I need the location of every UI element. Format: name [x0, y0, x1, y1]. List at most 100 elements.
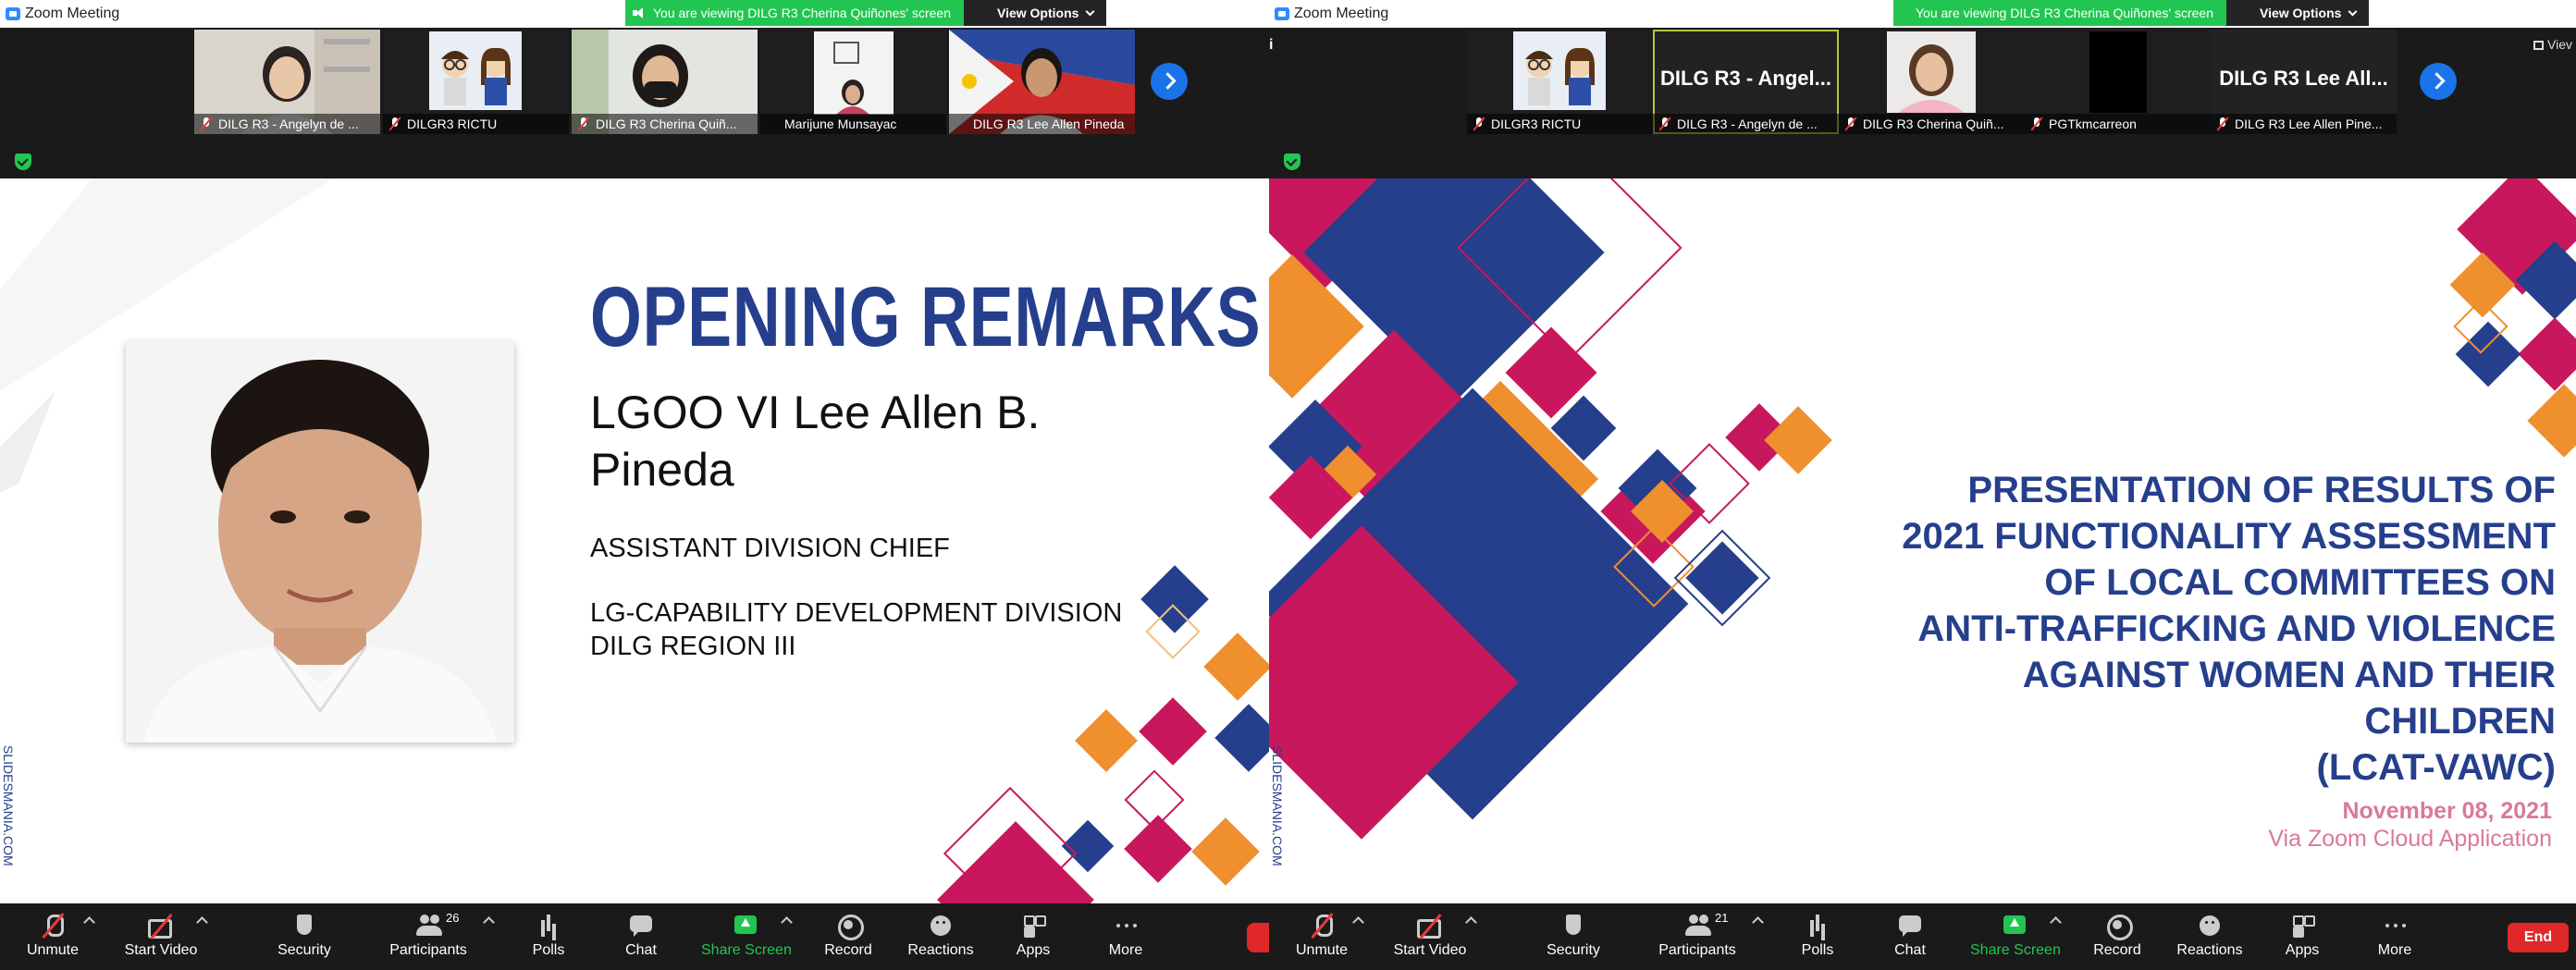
unmute-button[interactable]: Unmute [1280, 909, 1363, 964]
division-name: LG-CAPABILITY DEVELOPMENT DIVISION [590, 598, 1123, 628]
muted-mic-icon [1844, 117, 1857, 130]
participants-count: 26 [446, 911, 460, 925]
unmute-label: Unmute [1295, 942, 1349, 958]
slide-credit: SLIDESMANIA.COM [1270, 745, 1285, 866]
office-name: DILG REGION III [590, 632, 796, 661]
participant-name: PGTkmcarreon [2025, 114, 2211, 134]
participants-button[interactable]: Participants [377, 909, 479, 964]
zoom-app-icon [6, 7, 20, 20]
reactions-label: Reactions [907, 942, 974, 958]
unmute-button[interactable]: Unmute [11, 909, 94, 964]
share-screen-label: Share Screen [1970, 942, 2061, 958]
reactions-button[interactable]: Reactions [899, 909, 982, 964]
participant-thumbnail-strip: i DILGR3 RICTU DILG R3 - Angel... DILG R… [1269, 28, 2576, 136]
speaker-name: LGOO VI Lee Allen B. Pineda [590, 384, 1040, 498]
security-button[interactable]: Security [1532, 909, 1615, 964]
apps-icon [1017, 913, 1049, 939]
record-button[interactable]: Record [807, 909, 890, 964]
polls-button[interactable]: Polls [1776, 909, 1859, 964]
more-label: More [2377, 942, 2412, 958]
encryption-shield-icon [15, 153, 31, 170]
apps-label: Apps [2285, 942, 2320, 958]
view-toggle[interactable]: Viev [2533, 37, 2576, 52]
muted-mic-icon [577, 117, 590, 130]
participant-tile[interactable]: DILG R3 Lee Allen Pineda [949, 30, 1135, 134]
apps-button[interactable]: Apps [2261, 909, 2344, 964]
title-line: ANTI-TRAFFICKING AND VIOLENCE [1917, 608, 2556, 649]
polls-label: Polls [532, 942, 565, 958]
participant-tile[interactable]: DILG R3 Lee All... DILG R3 Lee Allen Pin… [2211, 30, 2397, 134]
polls-label: Polls [1801, 942, 1834, 958]
polls-icon [1802, 913, 1833, 939]
viewing-notice: You are viewing DILG R3 Cherina Quiñones… [1893, 0, 2226, 26]
share-screen-icon [1999, 913, 2030, 939]
participant-tile[interactable]: DILGR3 RICTU [383, 30, 569, 134]
reactions-label: Reactions [2176, 942, 2243, 958]
more-icon [1110, 913, 1141, 939]
end-button[interactable] [1247, 923, 1269, 952]
muted-mic-icon [1473, 117, 1485, 130]
speaker-name-line-2: Pineda [590, 444, 734, 496]
muted-mic-icon [2030, 117, 2043, 130]
security-label: Security [277, 942, 331, 958]
next-page-button[interactable] [2420, 63, 2457, 100]
apps-button[interactable]: Apps [992, 909, 1075, 964]
polls-icon [533, 913, 564, 939]
apps-label: Apps [1016, 942, 1051, 958]
view-options-label: View Options [997, 6, 1079, 20]
participant-tile[interactable]: Marijune Munsayac [760, 30, 946, 134]
speaker-name-line-1: LGOO VI Lee Allen B. [590, 387, 1041, 438]
muted-mic-icon [1658, 117, 1671, 130]
meeting-toolbar: Unmute Start Video Security Participants… [1269, 903, 2576, 970]
chat-label: Chat [1894, 942, 1926, 958]
title-line: (LCAT-VAWC) [2316, 747, 2556, 788]
participant-name: DILG R3 - Angelyn de ... [194, 114, 380, 134]
participant-tile[interactable]: DILG R3 Cherina Quiñ... [1839, 30, 2025, 134]
view-toggle-label: Viev [2547, 37, 2572, 52]
shield-icon [1558, 913, 1589, 939]
participant-name: DILG R3 - Angelyn de ... [1653, 114, 1839, 134]
chat-label: Chat [625, 942, 657, 958]
participant-display-name: DILG R3 Lee All... [2219, 67, 2388, 90]
security-label: Security [1547, 942, 1600, 958]
participant-tile[interactable]: DILG R3 Cherina Quiñ... [572, 30, 758, 134]
view-options-button[interactable]: View Options [964, 0, 1107, 26]
record-label: Record [2093, 942, 2141, 958]
start-video-button[interactable]: Start Video [118, 909, 203, 964]
apps-icon [2286, 913, 2318, 939]
start-video-label: Start Video [1393, 942, 1467, 958]
share-screen-button[interactable]: Share Screen [701, 909, 792, 964]
participants-button[interactable]: Participants [1646, 909, 1748, 964]
window-title: Zoom Meeting [1294, 6, 1389, 21]
security-button[interactable]: Security [263, 909, 346, 964]
chevron-down-icon [1085, 6, 1095, 17]
next-page-button[interactable] [1151, 63, 1188, 100]
participant-tile[interactable]: PGTkmcarreon [2025, 30, 2211, 134]
participants-label: Participants [1658, 942, 1736, 958]
participants-options-caret[interactable] [1752, 916, 1764, 928]
participants-options-caret[interactable] [483, 916, 495, 928]
more-button[interactable]: More [1084, 909, 1167, 964]
view-options-button[interactable]: View Options [2226, 0, 2370, 26]
record-button[interactable]: Record [2076, 909, 2159, 964]
polls-button[interactable]: Polls [507, 909, 590, 964]
zoom-window-right: Zoom Meeting You are viewing DILG R3 Che… [1269, 0, 2576, 970]
participant-tile[interactable]: DILGR3 RICTU [1467, 30, 1653, 134]
chat-icon [1894, 913, 1926, 939]
share-screen-button[interactable]: Share Screen [1970, 909, 2061, 964]
start-video-button[interactable]: Start Video [1387, 909, 1473, 964]
reactions-button[interactable]: Reactions [2168, 909, 2251, 964]
participant-thumbnail-strip: DILG R3 - Angelyn de ... DILGR3 RICTU DI… [0, 28, 1269, 136]
participant-tile[interactable]: DILG R3 - Angelyn de ... [194, 30, 380, 134]
participant-tile[interactable]: DILG R3 - Angel... DILG R3 - Angelyn de … [1653, 30, 1839, 134]
chat-button[interactable]: Chat [1868, 909, 1952, 964]
participant-display-name: DILG R3 - Angel... [1660, 67, 1831, 90]
chat-button[interactable]: Chat [599, 909, 683, 964]
more-icon [2379, 913, 2410, 939]
viewing-notice: You are viewing DILG R3 Cherina Quiñones… [625, 0, 964, 26]
end-meeting-button[interactable]: End [2508, 923, 2569, 952]
more-button[interactable]: More [2353, 909, 2436, 964]
participant-name: Marijune Munsayac [760, 114, 946, 134]
screen-share-banner: You are viewing DILG R3 Cherina Quiñones… [625, 0, 1107, 26]
info-icon[interactable]: i [1269, 37, 1273, 54]
